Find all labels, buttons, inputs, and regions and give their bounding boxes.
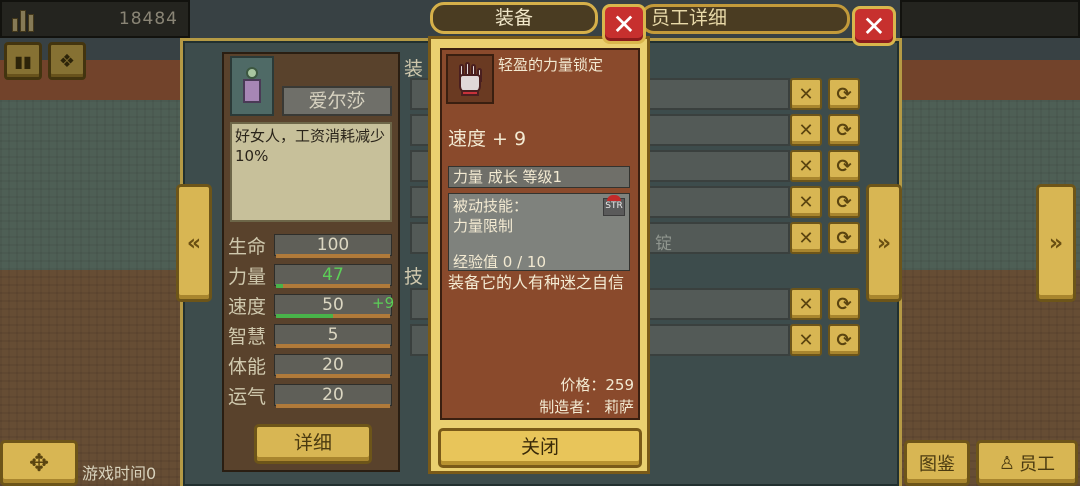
slot-item-name: 锭: [655, 234, 672, 254]
stat-value: 5: [327, 325, 339, 345]
staff-label: 员工: [1019, 454, 1056, 475]
item-maker: 制造者： 莉萨: [539, 398, 634, 416]
stat-luck: 运气 20: [228, 382, 394, 410]
swap-button[interactable]: ⟳: [828, 78, 860, 110]
stat-value: 20: [322, 385, 344, 405]
gauntlet-icon: [446, 54, 494, 104]
stat-stamina: 体能 20: [228, 352, 394, 380]
double-chevron-right-icon: »: [876, 230, 892, 256]
game-time: 游戏时间0: [82, 464, 157, 483]
avatar: [230, 56, 274, 116]
staff-icon: ♙: [998, 452, 1016, 474]
equipment-close-button[interactable]: ✕: [602, 4, 646, 44]
swap-icon: ⟳: [836, 83, 852, 105]
item-growth: 力量 成长 等级1: [448, 166, 630, 188]
cross-icon: ✕: [798, 155, 814, 177]
stat-hp: 生命 100: [228, 232, 394, 260]
close-icon: ✕: [862, 9, 886, 43]
move-button[interactable]: ✥: [0, 440, 78, 486]
unequip-button[interactable]: ✕: [790, 324, 822, 356]
dpad-icon: ✥: [28, 449, 50, 477]
double-chevron-right-icon: »: [1048, 230, 1064, 256]
swap-icon: ⟳: [836, 155, 852, 177]
cross-icon: ✕: [798, 293, 814, 315]
swap-icon: ⟳: [836, 119, 852, 141]
swap-button[interactable]: ⟳: [828, 288, 860, 320]
prev-employee-button[interactable]: «: [176, 184, 212, 302]
swap-icon: ⟳: [836, 191, 852, 213]
next-employee-button[interactable]: »: [1036, 184, 1076, 302]
stat-strength: 力量 47: [228, 262, 394, 290]
item-stat: 速度 + 9: [448, 128, 527, 150]
double-chevron-left-icon: «: [186, 230, 202, 256]
item-price: 价格：259: [560, 376, 634, 394]
swap-button[interactable]: ⟳: [828, 324, 860, 356]
cross-icon: ✕: [798, 119, 814, 141]
equipment-dialog-title: 装备: [430, 2, 598, 34]
stat-label: 智慧: [228, 326, 267, 348]
stat-wisdom: 智慧 5: [228, 322, 394, 350]
stat-label: 力量: [228, 266, 267, 288]
catalog-label: 图鉴: [919, 454, 955, 475]
character-name: 爱尔莎: [282, 86, 392, 116]
equip-section-label: 装: [404, 58, 424, 80]
item-exp: 经验值 0 / 10: [453, 253, 546, 271]
employee-detail-title: 员工详细: [640, 4, 850, 34]
item-name: 轻盈的力量锁定: [498, 56, 604, 74]
cross-icon: ✕: [798, 83, 814, 105]
detail-button[interactable]: 详细: [254, 424, 372, 464]
stat-value: 100: [316, 235, 350, 255]
unequip-button[interactable]: ✕: [790, 150, 822, 182]
cross-icon: ✕: [798, 227, 814, 249]
unequip-button[interactable]: ✕: [790, 78, 822, 110]
passive-skill-label: 被动技能：: [453, 197, 529, 215]
swap-button[interactable]: ⟳: [828, 114, 860, 146]
employee-detail-close-button[interactable]: ✕: [852, 6, 896, 46]
staff-button[interactable]: ♙ 员工: [976, 440, 1078, 486]
close-button[interactable]: 关闭: [438, 428, 642, 468]
cross-icon: ✕: [798, 191, 814, 213]
close-icon: ✕: [612, 7, 636, 41]
catalog-button[interactable]: 图鉴: [904, 440, 970, 486]
swap-icon: ⟳: [836, 329, 852, 351]
passive-skill-box: 被动技能： 力量限制 经验值 0 / 10 STR: [448, 193, 630, 271]
skill-section-label: 技: [404, 266, 424, 288]
stat-value: 47: [322, 265, 344, 285]
swap-icon: ⟳: [836, 227, 852, 249]
unequip-button[interactable]: ✕: [790, 288, 822, 320]
swap-button[interactable]: ⟳: [828, 150, 860, 182]
stat-value: 20: [322, 355, 344, 375]
unequip-button[interactable]: ✕: [790, 114, 822, 146]
str-badge-icon: STR: [603, 195, 625, 216]
passive-skill-value: 力量限制: [453, 217, 514, 235]
swap-button[interactable]: ⟳: [828, 222, 860, 254]
swap-icon: ⟳: [836, 293, 852, 315]
stat-label: 体能: [228, 356, 267, 378]
stat-speed: 速度 50 +9: [228, 292, 394, 320]
stat-label: 速度: [228, 296, 267, 318]
unequip-button[interactable]: ✕: [790, 186, 822, 218]
stat-label: 生命: [228, 236, 267, 258]
swap-button[interactable]: ⟳: [828, 186, 860, 218]
unequip-button[interactable]: ✕: [790, 222, 822, 254]
character-description: 好女人，工资消耗减少10%: [230, 122, 392, 222]
cross-icon: ✕: [798, 329, 814, 351]
stat-bonus: +9: [372, 294, 395, 312]
character-sprite: [241, 67, 263, 105]
item-flavor-text: 装备它的人有种迷之自信: [448, 273, 625, 292]
stat-label: 运气: [228, 386, 267, 408]
next-slot-button[interactable]: »: [866, 184, 902, 302]
